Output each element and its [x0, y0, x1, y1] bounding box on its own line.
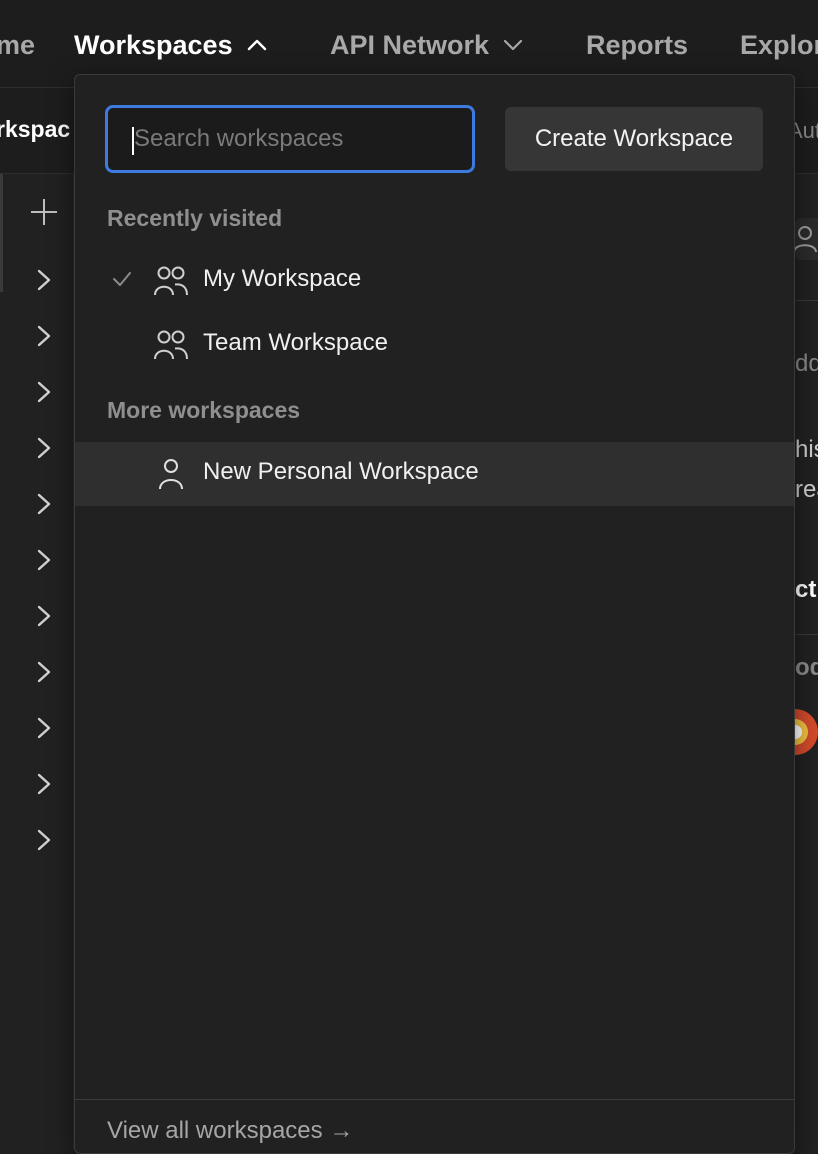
nav-workspaces[interactable]: Workspaces: [74, 26, 267, 64]
nav-workspaces-label: Workspaces: [74, 30, 233, 60]
avatar: [795, 709, 818, 755]
nav-api-network[interactable]: API Network: [330, 26, 523, 64]
workspace-item-new-personal-workspace[interactable]: New Personal Workspace: [75, 442, 794, 506]
chevron-right-icon[interactable]: [35, 829, 53, 851]
text-cursor: [132, 127, 134, 155]
chevron-right-icon[interactable]: [35, 717, 53, 739]
team-icon: [154, 266, 188, 296]
footer-divider: [75, 1099, 794, 1100]
main-content-edge: dd his rea cti oda: [795, 174, 818, 1148]
person-icon: [795, 226, 817, 253]
chevron-right-icon[interactable]: [35, 661, 53, 683]
search-workspaces-input[interactable]: [105, 105, 475, 173]
chevron-right-icon[interactable]: [35, 381, 53, 403]
chevron-right-icon[interactable]: [35, 605, 53, 627]
plus-icon[interactable]: [29, 197, 59, 227]
chevron-right-icon[interactable]: [35, 437, 53, 459]
more-workspaces-heading: More workspaces: [107, 397, 301, 423]
nav-api-network-label: API Network: [330, 30, 490, 60]
chevron-right-icon[interactable]: [35, 325, 53, 347]
workspaces-dropdown: Create Workspace Recently visited My Wor…: [74, 74, 795, 1154]
main-edge-text-4: cti: [795, 576, 818, 603]
main-edge-text-1: dd: [795, 350, 818, 377]
nav-reports[interactable]: Reports: [586, 26, 688, 64]
chevron-right-icon[interactable]: [35, 549, 53, 571]
main-edge-text-3: rea: [795, 476, 818, 503]
view-all-workspaces-link[interactable]: View all workspaces →: [107, 1117, 353, 1145]
nav-home-label: me: [0, 30, 36, 60]
chevron-right-icon[interactable]: [35, 773, 53, 795]
chevron-right-icon[interactable]: [35, 493, 53, 515]
recently-visited-heading: Recently visited: [107, 205, 283, 231]
chevron-right-icon[interactable]: [35, 269, 53, 291]
workspace-item-label: Team Workspace: [203, 329, 388, 356]
chevron-up-icon: [247, 39, 266, 51]
main-edge-divider-2: [795, 634, 818, 635]
workspace-header-title: rkspac: [0, 116, 71, 142]
nav-explore[interactable]: Explor: [740, 26, 818, 64]
nav-home[interactable]: me: [0, 26, 35, 64]
person-icon: [159, 459, 183, 490]
workspace-item-my-workspace[interactable]: My Workspace: [75, 249, 794, 313]
workspace-item-team-workspace[interactable]: Team Workspace: [75, 313, 794, 377]
main-edge-divider: [795, 300, 818, 301]
nav-explore-label: Explor: [740, 30, 818, 60]
create-workspace-button[interactable]: Create Workspace: [505, 107, 763, 171]
main-edge-text-2: his: [795, 436, 818, 463]
sidebar-edge: [0, 174, 3, 292]
workspace-item-label: My Workspace: [203, 265, 362, 292]
chevron-down-icon: [503, 39, 523, 51]
main-edge-button[interactable]: [795, 218, 818, 260]
team-icon: [154, 330, 188, 360]
main-edge-text-5: oda: [795, 654, 818, 681]
checkmark-icon: [113, 272, 131, 286]
nav-reports-label: Reports: [586, 30, 689, 60]
workspace-item-label: New Personal Workspace: [203, 458, 479, 485]
